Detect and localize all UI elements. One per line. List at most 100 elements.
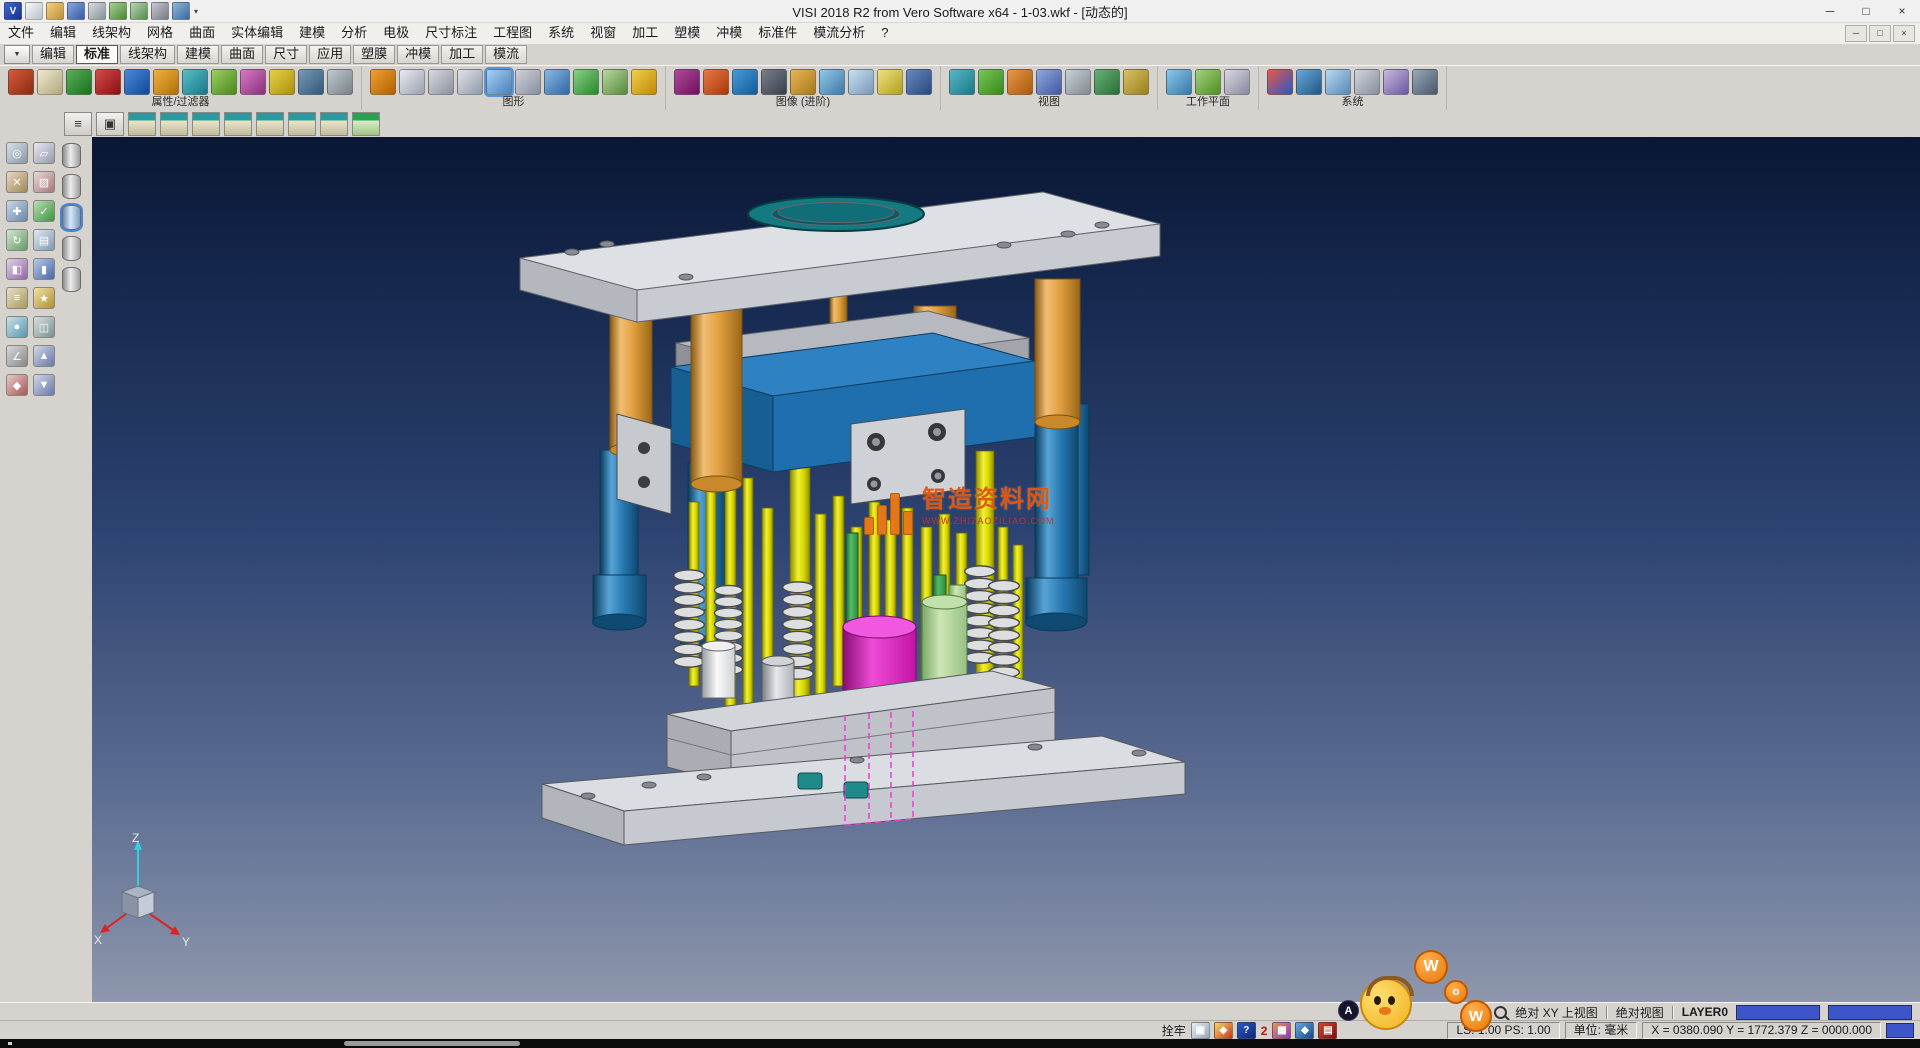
print-icon[interactable]	[88, 2, 106, 20]
refresh-graphics-icon[interactable]	[370, 69, 396, 95]
menu-item[interactable]: 标准件	[750, 22, 805, 44]
open-file-icon[interactable]	[46, 2, 64, 20]
layer-slot-3-toggle[interactable]	[62, 205, 81, 230]
menu-item[interactable]: 网格	[139, 22, 181, 44]
layer-slot-5-toggle[interactable]	[62, 267, 81, 292]
save-file-icon[interactable]	[67, 2, 85, 20]
view-cube-iso-icon[interactable]	[288, 112, 316, 136]
snap-lock-label[interactable]: 拴牢	[1162, 1022, 1186, 1039]
child-restore-button[interactable]: □	[1869, 25, 1891, 42]
measure-icon[interactable]: ∠	[6, 345, 28, 367]
reset-filter-icon[interactable]	[327, 69, 353, 95]
grid-icon[interactable]	[130, 2, 148, 20]
workflow-tab[interactable]: 编辑	[32, 45, 74, 64]
info-icon[interactable]	[172, 2, 190, 20]
zoom-select-icon[interactable]: ◎	[6, 142, 28, 164]
workflow-tab[interactable]: 加工	[441, 45, 483, 64]
confirm-icon[interactable]: ✓	[33, 200, 55, 222]
layer-up-icon[interactable]: ▲	[33, 345, 55, 367]
undo-icon[interactable]	[109, 2, 127, 20]
workflow-tab[interactable]: 模流	[485, 45, 527, 64]
new-file-icon[interactable]	[25, 2, 43, 20]
gallery-icon[interactable]	[790, 69, 816, 95]
render-settings-icon[interactable]	[674, 69, 700, 95]
star-tool-icon[interactable]: ★	[33, 287, 55, 309]
edit-attributes-icon[interactable]	[211, 69, 237, 95]
layer-filter-icon[interactable]	[153, 69, 179, 95]
menu-item[interactable]: 线架构	[84, 22, 139, 44]
wireframe-view-icon[interactable]	[399, 69, 425, 95]
menu-item[interactable]: 曲面	[181, 22, 223, 44]
sketch-icon[interactable]: ▱	[33, 142, 55, 164]
status-snap-icon[interactable]: ◈	[1214, 1022, 1233, 1039]
status-help-icon[interactable]: ?	[1237, 1022, 1256, 1039]
database-add-icon[interactable]	[573, 69, 599, 95]
menu-item[interactable]: 实体编辑	[223, 22, 291, 44]
move-icon[interactable]: ✚	[6, 200, 28, 222]
view-list-icon[interactable]: ≡	[64, 112, 92, 136]
menu-item[interactable]: 加工	[624, 22, 666, 44]
menu-item[interactable]: 塑模	[666, 22, 708, 44]
taskbar-handle[interactable]	[344, 1041, 520, 1046]
axonometric-view-icon[interactable]	[1123, 69, 1149, 95]
workflow-tab[interactable]: 尺寸	[265, 45, 307, 64]
database-view-icon[interactable]	[544, 69, 570, 95]
layer-slot-4-toggle[interactable]	[62, 236, 81, 261]
workflow-tab[interactable]: 标准	[76, 45, 118, 64]
background-icon[interactable]	[906, 69, 932, 95]
view-cube-right-icon[interactable]	[224, 112, 252, 136]
filter-remove-icon[interactable]	[95, 69, 121, 95]
workplane-create-icon[interactable]	[1166, 69, 1192, 95]
workflow-tab[interactable]: 建模	[177, 45, 219, 64]
snowflake-icon[interactable]	[1325, 69, 1351, 95]
workflow-tab[interactable]: 塑膜	[353, 45, 395, 64]
color-window-icon[interactable]	[1267, 69, 1293, 95]
group-filter-icon[interactable]	[298, 69, 324, 95]
view-mode-label[interactable]: 绝对 XY 上视图	[1515, 1004, 1597, 1021]
menu-item[interactable]: 建模	[291, 22, 333, 44]
slope-icon[interactable]	[1412, 69, 1438, 95]
rotate-icon[interactable]: ↻	[6, 229, 28, 251]
grid-settings-icon[interactable]	[1354, 69, 1380, 95]
view-cube-left-icon[interactable]	[192, 112, 220, 136]
child-close-button[interactable]: ×	[1893, 25, 1915, 42]
section-icon[interactable]: ◫	[33, 316, 55, 338]
shadow-icon[interactable]	[761, 69, 787, 95]
transparency-icon[interactable]	[848, 69, 874, 95]
trim-icon[interactable]: ✕	[6, 171, 28, 193]
ghost-view-icon[interactable]	[515, 69, 541, 95]
color-filter-icon[interactable]	[240, 69, 266, 95]
units-field[interactable]: 单位: 毫米	[1565, 1022, 1638, 1039]
zoom-view-icon[interactable]	[949, 69, 975, 95]
menu-item[interactable]: 编辑	[42, 22, 84, 44]
workflow-tab[interactable]: 应用	[309, 45, 351, 64]
camera-view-icon[interactable]	[1094, 69, 1120, 95]
layer-slot-1-toggle[interactable]	[62, 143, 81, 168]
system-monitor-icon[interactable]	[1296, 69, 1322, 95]
menu-item[interactable]: 系统	[540, 22, 582, 44]
workflow-tab[interactable]: 曲面	[221, 45, 263, 64]
database-check-icon[interactable]	[602, 69, 628, 95]
material-glasses-icon[interactable]	[732, 69, 758, 95]
menu-item[interactable]: 文件	[0, 22, 42, 44]
erase-icon[interactable]: ▨	[33, 171, 55, 193]
menu-item[interactable]: 冲模	[708, 22, 750, 44]
lock-filter-icon[interactable]	[269, 69, 295, 95]
pan-view-icon[interactable]	[978, 69, 1004, 95]
view-cube-front-icon[interactable]	[160, 112, 188, 136]
absolute-view-label[interactable]: 绝对视图	[1616, 1004, 1664, 1021]
workflow-tab[interactable]: 线架构	[120, 45, 175, 64]
menu-item[interactable]: 视窗	[582, 22, 624, 44]
cylinder-tool-icon[interactable]: ▮	[33, 258, 55, 280]
sheet-icon[interactable]: ▤	[33, 229, 55, 251]
alert-icon[interactable]	[631, 69, 657, 95]
menu-item[interactable]: 尺寸标注	[417, 22, 485, 44]
menu-item[interactable]: ?	[873, 22, 896, 44]
menu-item[interactable]: 工程图	[485, 22, 540, 44]
analysis-ramp-icon[interactable]	[1383, 69, 1409, 95]
light-icon[interactable]	[877, 69, 903, 95]
status-palette-icon[interactable]: ▦	[1272, 1022, 1291, 1039]
offset-icon[interactable]: ≡	[6, 287, 28, 309]
active-layer-label[interactable]: LAYER0	[1682, 1005, 1728, 1019]
filter-elements-icon[interactable]	[66, 69, 92, 95]
